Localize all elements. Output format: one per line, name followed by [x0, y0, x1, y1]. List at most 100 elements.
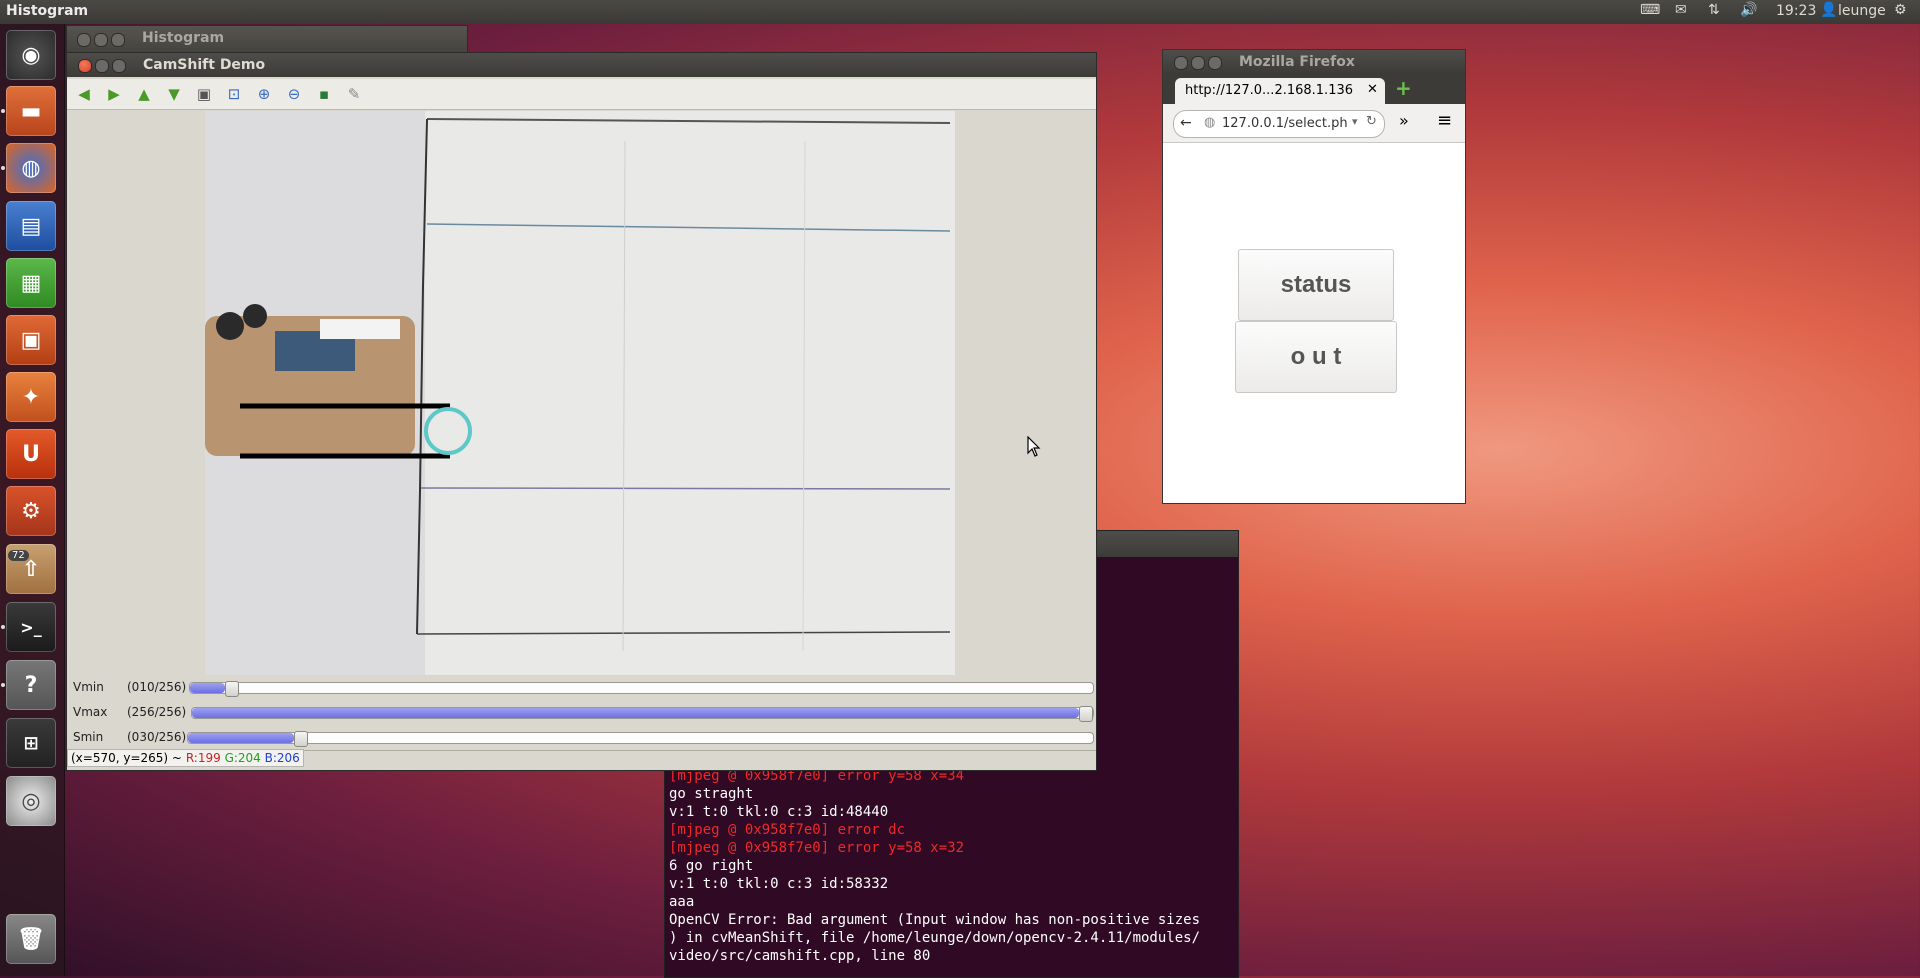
out-button[interactable]: o u t	[1235, 321, 1397, 393]
update-count-badge: 72	[8, 550, 29, 561]
software-center-icon[interactable]: ✦	[6, 372, 56, 422]
smin-slider[interactable]	[187, 731, 1094, 747]
pixel-blue: B:206	[264, 751, 300, 765]
window-title: CamShift Demo	[143, 57, 266, 73]
close-icon[interactable]	[77, 33, 91, 47]
url-text[interactable]: 127.0.0.1/select.ph	[1222, 116, 1348, 131]
terminal-line: [mjpeg @ 0x958f7e0] error y=58 x=32	[669, 840, 965, 856]
firefox-window[interactable]: Mozilla Firefox http://127.0...2.168.1.1…	[1162, 49, 1466, 504]
maximize-icon[interactable]	[1208, 56, 1222, 70]
mouse-pointer-icon	[1027, 435, 1041, 462]
overflow-icon[interactable]: »	[1399, 111, 1409, 130]
help-icon[interactable]: ?	[6, 660, 56, 710]
pixel-red: R:199	[185, 751, 221, 765]
vmin-value: (010/256)	[127, 680, 187, 694]
smin-label: Smin	[73, 730, 104, 744]
volume-icon[interactable]: 🔊	[1740, 2, 1757, 18]
histogram-window[interactable]: Histogram	[66, 25, 468, 53]
firefox-titlebar[interactable]: Mozilla Firefox	[1163, 50, 1465, 74]
status-bar: (x=570, y=265) ~ R:199 G:204 B:206	[67, 749, 1096, 769]
terminal-output[interactable]: [mjpeg @ 0x958f7e0] error y=58 x=34 go st…	[669, 767, 1200, 965]
terminal-line: aaa	[669, 894, 695, 910]
vmax-value: (256/256)	[127, 705, 187, 719]
camshift-titlebar[interactable]: CamShift Demo	[67, 53, 1096, 77]
clock[interactable]: 19:23	[1776, 3, 1816, 19]
close-icon[interactable]	[78, 59, 92, 73]
system-settings-icon[interactable]: ⚙	[6, 486, 56, 536]
dash-home-icon[interactable]: ◉	[6, 30, 56, 80]
calc-icon[interactable]: ▦	[6, 258, 56, 308]
pan-up-icon[interactable]: ▲	[135, 85, 153, 103]
dvd-icon[interactable]: ◎	[6, 776, 56, 826]
pixel-green: G:204	[224, 751, 261, 765]
minimize-icon[interactable]	[1191, 56, 1205, 70]
minimize-icon[interactable]	[94, 33, 108, 47]
camshift-window[interactable]: CamShift Demo ◀ ▶ ▲ ▼ ▣ ⊡ ⊕ ⊖ ▪ ✎ Vmin (…	[66, 52, 1097, 771]
url-bar[interactable]: ← ◍ 127.0.0.1/select.ph ▾ ↻	[1173, 110, 1385, 138]
smin-value: (030/256)	[127, 730, 187, 744]
terminal-line: 6 go right	[669, 858, 754, 874]
save-icon[interactable]: ▪	[315, 85, 333, 103]
zoom-in-icon[interactable]: ⊕	[255, 85, 273, 103]
browser-tab[interactable]: http://127.0...2.168.1.136 ✕	[1175, 78, 1385, 104]
terminal-line: v:1 t:0 tkl:0 c:3 id:58332	[669, 876, 889, 892]
zoom-out-icon[interactable]: ⊖	[285, 85, 303, 103]
image-toolbar: ◀ ▶ ▲ ▼ ▣ ⊡ ⊕ ⊖ ▪ ✎	[67, 79, 1096, 110]
zoom-original-icon[interactable]: ▣	[195, 85, 213, 103]
user-name[interactable]: leunge	[1838, 3, 1886, 19]
launcher: ◉ ▬ ◍ ▤ ▦ ▣ ✦ U ⚙ ⇧ 72 >_ ? ⊞ ◎ 🗑	[0, 24, 65, 976]
active-app-title: Histogram	[6, 3, 89, 19]
writer-icon[interactable]: ▤	[6, 201, 56, 251]
properties-icon[interactable]: ✎	[345, 85, 363, 103]
maximize-icon[interactable]	[111, 33, 125, 47]
minimize-icon[interactable]	[95, 59, 109, 73]
pan-right-icon[interactable]: ▶	[105, 85, 123, 103]
new-tab-icon[interactable]: +	[1395, 76, 1412, 100]
keyboard-icon[interactable]: ⌨	[1640, 2, 1660, 18]
window-title: Histogram	[142, 30, 225, 46]
terminal-line: OpenCV Error: Bad argument (Input window…	[669, 912, 1201, 928]
zoom-fit-icon[interactable]: ⊡	[225, 85, 243, 103]
tab-title: http://127.0...2.168.1.136	[1185, 83, 1354, 98]
files-icon[interactable]: ▬	[6, 86, 56, 136]
tab-strip: http://127.0...2.168.1.136 ✕ +	[1163, 74, 1465, 104]
window-title: Mozilla Firefox	[1239, 54, 1355, 70]
close-icon[interactable]	[1174, 56, 1188, 70]
gear-icon[interactable]: ⚙	[1894, 2, 1907, 18]
terminal-line: video/src/camshift.cpp, line 80	[669, 948, 931, 964]
user-icon[interactable]: 👤	[1820, 2, 1837, 18]
pan-down-icon[interactable]: ▼	[165, 85, 183, 103]
terminal-line: go straght	[669, 786, 754, 802]
dropdown-icon[interactable]: ▾	[1352, 115, 1358, 128]
maximize-icon[interactable]	[112, 59, 126, 73]
pan-left-icon[interactable]: ◀	[75, 85, 93, 103]
vmax-slider-handle[interactable]	[1079, 706, 1094, 722]
back-icon[interactable]: ←	[1180, 115, 1192, 131]
cursor-coords: (x=570, y=265) ~	[71, 751, 182, 765]
camera-frame[interactable]	[205, 111, 955, 675]
reload-icon[interactable]: ↻	[1366, 114, 1377, 129]
top-panel: Histogram ⌨ ✉ ⇅ 🔊 19:23 👤 leunge ⚙	[0, 0, 1920, 24]
terminal-icon[interactable]: >_	[6, 602, 56, 652]
workspace-switcher-icon[interactable]: ⊞	[6, 718, 56, 768]
terminal-line: [mjpeg @ 0x958f7e0] error dc	[669, 822, 906, 838]
smin-slider-handle[interactable]	[293, 731, 308, 747]
vmax-label: Vmax	[73, 705, 108, 719]
ubuntu-one-icon[interactable]: U	[6, 429, 56, 479]
terminal-line: v:1 t:0 tkl:0 c:3 id:48440	[669, 804, 889, 820]
impress-icon[interactable]: ▣	[6, 315, 56, 365]
trash-icon[interactable]: 🗑	[6, 914, 56, 964]
menu-icon[interactable]: ≡	[1437, 110, 1452, 131]
terminal-line: ) in cvMeanShift, file /home/leunge/down…	[669, 930, 1201, 946]
nav-bar: ← ◍ 127.0.0.1/select.ph ▾ ↻ » ≡	[1163, 104, 1465, 143]
vmin-label: Vmin	[73, 680, 104, 694]
firefox-icon[interactable]: ◍	[6, 143, 56, 193]
close-tab-icon[interactable]: ✕	[1367, 82, 1378, 97]
site-identity-icon[interactable]: ◍	[1204, 115, 1215, 130]
vmin-slider[interactable]	[189, 681, 1094, 697]
network-icon[interactable]: ⇅	[1708, 2, 1720, 18]
vmin-slider-handle[interactable]	[225, 681, 240, 697]
vmax-slider[interactable]	[191, 706, 1094, 722]
status-button[interactable]: status	[1238, 249, 1394, 321]
mail-icon[interactable]: ✉	[1675, 2, 1687, 18]
